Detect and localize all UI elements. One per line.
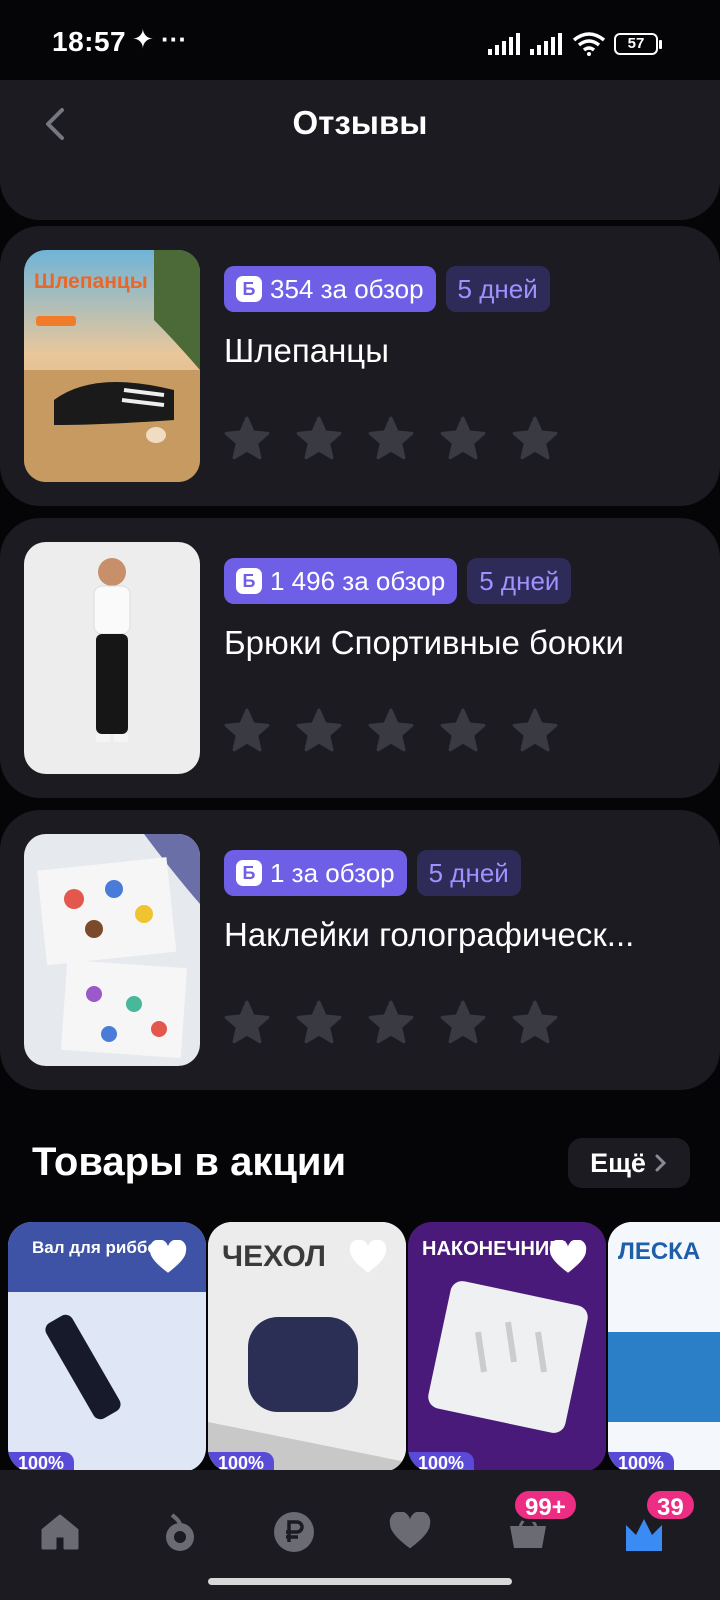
home-icon (41, 1514, 79, 1550)
star-icon[interactable] (438, 414, 488, 464)
star-icon[interactable] (510, 998, 560, 1048)
item-title: Наклейки голографическ... (224, 916, 635, 953)
promo-product-card[interactable]: НАКОНЕЧНИКИ 100% (408, 1222, 606, 1472)
signal-icon (488, 33, 520, 55)
star-icon[interactable] (438, 706, 488, 756)
profile-badge: 39 (644, 1488, 697, 1522)
product-image (24, 834, 200, 1066)
reward-coin-icon: Б (236, 276, 262, 302)
reward-badge: Б 354 за обзор (224, 266, 436, 312)
days-badge: 5 дней (445, 266, 550, 312)
star-icon[interactable] (222, 414, 272, 464)
signal-icon (530, 33, 562, 55)
product-caption: ЧЕХОЛ (222, 1240, 326, 1273)
promo-product-card[interactable]: Вал для риббона Вал для риббона 100% (8, 1222, 206, 1472)
nav-finance[interactable] (264, 1502, 324, 1562)
product-image: Шлепанцы (24, 250, 200, 482)
favorite-heart-icon[interactable] (348, 1240, 388, 1276)
status-extra: ✦ ··· (132, 24, 187, 54)
star-icon[interactable] (294, 706, 344, 756)
star-icon[interactable] (510, 706, 560, 756)
rating-stars[interactable] (222, 414, 560, 464)
wifi-icon (572, 32, 606, 56)
reward-badge: Б 1 496 за обзор (224, 558, 458, 604)
favorite-heart-icon[interactable] (148, 1240, 188, 1276)
sale-tag: 100% (408, 1452, 475, 1472)
ruble-icon (274, 1512, 314, 1552)
sale-tag: 100% (8, 1452, 75, 1472)
badges: Б 354 за обзор 5 дней (224, 266, 550, 312)
star-icon[interactable] (222, 998, 272, 1048)
product-caption: ЛЕСКА (618, 1238, 701, 1265)
more-label: Ещё (590, 1147, 646, 1178)
star-icon[interactable] (366, 998, 416, 1048)
item-title: Брюки Спортивные боюки (224, 624, 624, 661)
header (0, 80, 720, 220)
more-button[interactable]: Ещё (568, 1138, 690, 1188)
star-icon[interactable] (294, 998, 344, 1048)
star-icon[interactable] (510, 414, 560, 464)
nav-home[interactable] (30, 1502, 90, 1562)
star-icon[interactable] (294, 414, 344, 464)
reward-text: 1 496 за обзор (270, 565, 446, 596)
nav-profile[interactable]: 39 (614, 1488, 697, 1562)
review-card[interactable]: Б 1 496 за обзор 5 дней Брюки Спортивные… (0, 518, 720, 798)
cart-count-badge: 99+ (512, 1488, 579, 1522)
catalog-icon (166, 1513, 194, 1551)
reward-badge: Б 1 за обзор (224, 850, 407, 896)
badges: Б 1 496 за обзор 5 дней (224, 558, 572, 604)
chevron-right-icon (655, 1154, 667, 1172)
status-bar: 18:57 ✦ ··· 57 (0, 0, 720, 90)
rating-stars[interactable] (222, 706, 560, 756)
nav-catalog[interactable] (148, 1502, 208, 1562)
star-icon[interactable] (222, 706, 272, 756)
nav-favorites[interactable] (380, 1502, 440, 1562)
badges: Б 1 за обзор 5 дней (224, 850, 521, 896)
star-icon[interactable] (438, 998, 488, 1048)
sale-tag: 100% (608, 1452, 675, 1472)
rating-stars[interactable] (222, 998, 560, 1048)
item-title: Шлепанцы (224, 332, 389, 369)
days-badge: 5 дней (416, 850, 521, 896)
status-time: 18:57 (52, 26, 127, 57)
battery-indicator: 57 (614, 33, 662, 55)
days-badge: 5 дней (467, 558, 572, 604)
star-icon[interactable] (366, 414, 416, 464)
reward-coin-icon: Б (236, 860, 262, 886)
reward-coin-icon: Б (236, 568, 262, 594)
promo-product-card[interactable]: ЧЕХОЛ 100% (208, 1222, 406, 1472)
promo-product-card[interactable]: ЛЕСКА 100% (608, 1222, 720, 1472)
product-image (24, 542, 200, 774)
reward-text: 354 за обзор (270, 273, 424, 304)
status-icons: 57 (488, 32, 662, 56)
heart-icon (389, 1512, 431, 1549)
star-icon[interactable] (366, 706, 416, 756)
sale-tag: 100% (208, 1452, 275, 1472)
favorite-heart-icon[interactable] (548, 1240, 588, 1276)
reward-text: 1 за обзор (270, 857, 395, 888)
review-card[interactable]: Б 1 за обзор 5 дней Наклейки голографиче… (0, 810, 720, 1090)
page-title: Отзывы (292, 104, 428, 141)
home-indicator[interactable] (208, 1578, 512, 1585)
product-image-label: Шлепанцы (34, 270, 148, 293)
promo-section-title: Товары в акции (32, 1140, 347, 1184)
nav-cart[interactable]: 99+ (498, 1488, 579, 1562)
review-card[interactable]: Шлепанцы Б 354 за обзор 5 дней Шлепанцы (0, 226, 720, 506)
